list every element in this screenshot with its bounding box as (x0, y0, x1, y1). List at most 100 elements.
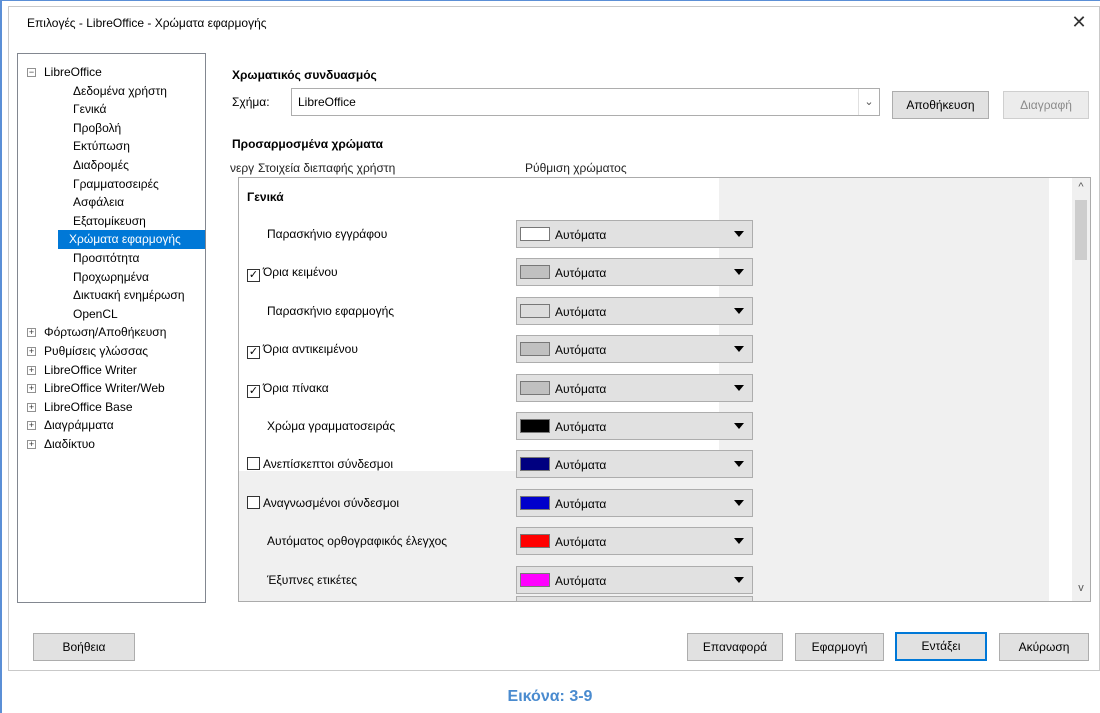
color-value: Αυτόματα (555, 535, 607, 549)
tree-expander-icon[interactable]: + (27, 347, 36, 356)
help-button[interactable]: Βοήθεια (33, 633, 135, 661)
color-option-checkbox[interactable]: Αναγνωσμένοι σύνδεσμοι (247, 496, 399, 510)
color-option-checkbox[interactable]: ✓ Όρια πίνακα (247, 381, 329, 398)
color-value: Αυτόματα (555, 574, 607, 588)
dropdown-arrow-icon[interactable] (734, 461, 744, 467)
ok-button[interactable]: Εντάξει (895, 632, 987, 661)
dropdown-arrow-icon[interactable] (734, 385, 744, 391)
dropdown-arrow-icon[interactable] (734, 231, 744, 237)
tree-page[interactable]: Δικτυακή ενημέρωση (69, 286, 189, 305)
scheme-select[interactable]: LibreOffice ⌄ (291, 88, 880, 116)
tree-page[interactable]: Προβολή (69, 119, 125, 138)
dropdown-arrow-icon[interactable] (734, 308, 744, 314)
tree-category[interactable]: Φόρτωση/Αποθήκευση (44, 323, 166, 342)
dropdown-arrow-icon[interactable] (734, 269, 744, 275)
scroll-thumb[interactable] (1075, 200, 1087, 260)
color-option-checkbox[interactable]: ✓ Όρια αντικειμένου (247, 342, 358, 359)
column-header-ui-elements[interactable]: Στοιχεία διεπαφής χρήστη (258, 161, 395, 175)
color-dropdown[interactable]: Αυτόματα (516, 374, 753, 402)
tree-category[interactable]: Διαδίκτυο (44, 435, 95, 454)
scroll-up-icon[interactable]: ^ (1072, 181, 1090, 197)
frame-left-border (0, 0, 2, 713)
dropdown-arrow-icon[interactable] (734, 346, 744, 352)
color-value: Αυτόματα (555, 382, 607, 396)
column-header-color-setting[interactable]: Ρύθμιση χρώματος (525, 161, 627, 175)
tree-expander-icon[interactable]: + (27, 328, 36, 337)
color-dropdown[interactable]: Αυτόματα (516, 412, 753, 440)
cancel-button[interactable]: Ακύρωση (999, 633, 1089, 661)
tree-page[interactable]: Προσιτότητα (69, 249, 143, 268)
apply-button[interactable]: Εφαρμογή (795, 633, 884, 661)
color-dropdown[interactable] (516, 596, 753, 601)
color-swatch (520, 573, 550, 587)
color-dropdown[interactable]: Αυτόματα (516, 527, 753, 555)
checkbox-checked-icon[interactable]: ✓ (247, 269, 260, 282)
title-bar: Επιλογές - LibreOffice - Χρώματα εφαρμογ… (9, 7, 1099, 37)
save-scheme-button[interactable]: Αποθήκευση (892, 91, 989, 119)
delete-scheme-button[interactable]: Διαγραφή (1003, 91, 1089, 119)
tree-page[interactable]: Χρώματα εφαρμογής (58, 230, 205, 249)
tree-expander-icon[interactable]: + (27, 366, 36, 375)
tree-page[interactable]: Διαδρομές (69, 156, 133, 175)
tree-expander-icon[interactable]: + (27, 403, 36, 412)
color-value: Αυτόματα (555, 305, 607, 319)
color-dropdown[interactable]: Αυτόματα (516, 450, 753, 478)
custom-colors-section-title: Προσαρμοσμένα χρώματα (232, 137, 384, 151)
tree-page[interactable]: OpenCL (69, 305, 122, 324)
tree-page[interactable]: Εκτύπωση (69, 137, 134, 156)
color-value: Αυτόματα (555, 497, 607, 511)
tree-expander-icon[interactable]: + (27, 440, 36, 449)
color-option-label: Χρώμα γραμματοσειράς (267, 419, 396, 433)
color-option-checkbox[interactable]: Ανεπίσκεπτοι σύνδεσμοι (247, 457, 393, 471)
tree-category[interactable]: Διαγράμματα (44, 416, 114, 435)
color-option-label: Ανεπίσκεπτοι σύνδεσμοι (263, 457, 394, 471)
color-dropdown[interactable]: Αυτόματα (516, 489, 753, 517)
color-dropdown[interactable]: Αυτόματα (516, 566, 753, 594)
dropdown-arrow-icon[interactable] (734, 500, 744, 506)
color-option-label: Παρασκήνιο εφαρμογής (267, 304, 395, 318)
tree-page[interactable]: Δεδομένα χρήστη (69, 82, 171, 101)
tree-page[interactable]: Γενικά (69, 100, 110, 119)
tree-expander-icon[interactable]: + (27, 421, 36, 430)
column-header-on[interactable]: νεργ (230, 161, 254, 175)
options-tree[interactable]: − LibreOffice Δεδομένα χρήστη Γενικά Προβολή… (17, 53, 206, 603)
color-dropdown[interactable]: Αυτόματα (516, 220, 753, 248)
vertical-scrollbar[interactable]: ^ v (1072, 178, 1090, 601)
tree-category[interactable]: LibreOffice Writer/Web (44, 379, 165, 398)
dropdown-arrow-icon[interactable] (734, 577, 744, 583)
color-option-checkbox[interactable]: ✓ Όρια κειμένου (247, 265, 338, 282)
checkbox-empty-icon[interactable] (247, 457, 260, 470)
tree-page[interactable]: Εξατομίκευση (69, 212, 150, 231)
tree-category[interactable]: Ρυθμίσεις γλώσσας (44, 342, 148, 361)
tree-expander-icon[interactable]: + (27, 384, 36, 393)
window-title: Επιλογές - LibreOffice - Χρώματα εφαρμογ… (27, 16, 267, 30)
tree-page[interactable]: Προχωρημένα (69, 268, 153, 287)
color-swatch (520, 342, 550, 356)
list-background (719, 178, 1049, 601)
chevron-down-icon[interactable]: ⌄ (858, 89, 879, 115)
checkbox-checked-icon[interactable]: ✓ (247, 346, 260, 359)
tree-category[interactable]: LibreOffice (44, 63, 102, 82)
tree-page[interactable]: Ασφάλεια (69, 193, 128, 212)
checkbox-checked-icon[interactable]: ✓ (247, 385, 260, 398)
dropdown-arrow-icon[interactable] (734, 423, 744, 429)
custom-colors-list[interactable]: Γενικά Παρασκήνιο εγγράφου Αυτόματα ✓ Όρια … (238, 177, 1091, 602)
dropdown-arrow-icon[interactable] (734, 538, 744, 544)
tree-page[interactable]: Γραμματοσειρές (69, 175, 163, 194)
tree-expander-icon[interactable]: − (27, 68, 36, 77)
scroll-down-icon[interactable]: v (1072, 582, 1090, 598)
scheme-value: LibreOffice (298, 95, 356, 109)
color-dropdown[interactable]: Αυτόματα (516, 297, 753, 325)
group-title-general: Γενικά (247, 190, 284, 204)
reset-button[interactable]: Επαναφορά (687, 633, 783, 661)
color-dropdown[interactable]: Αυτόματα (516, 335, 753, 363)
tree-category[interactable]: LibreOffice Base (44, 398, 133, 417)
color-dropdown[interactable]: Αυτόματα (516, 258, 753, 286)
color-value: Αυτόματα (555, 420, 607, 434)
color-option-label: Αναγνωσμένοι σύνδεσμοι (263, 496, 400, 510)
checkbox-empty-icon[interactable] (247, 496, 260, 509)
color-swatch (520, 304, 550, 318)
color-option-label: Όρια αντικειμένου (263, 342, 358, 356)
tree-category[interactable]: LibreOffice Writer (44, 361, 137, 380)
close-icon[interactable]: ✕ (1067, 11, 1091, 33)
